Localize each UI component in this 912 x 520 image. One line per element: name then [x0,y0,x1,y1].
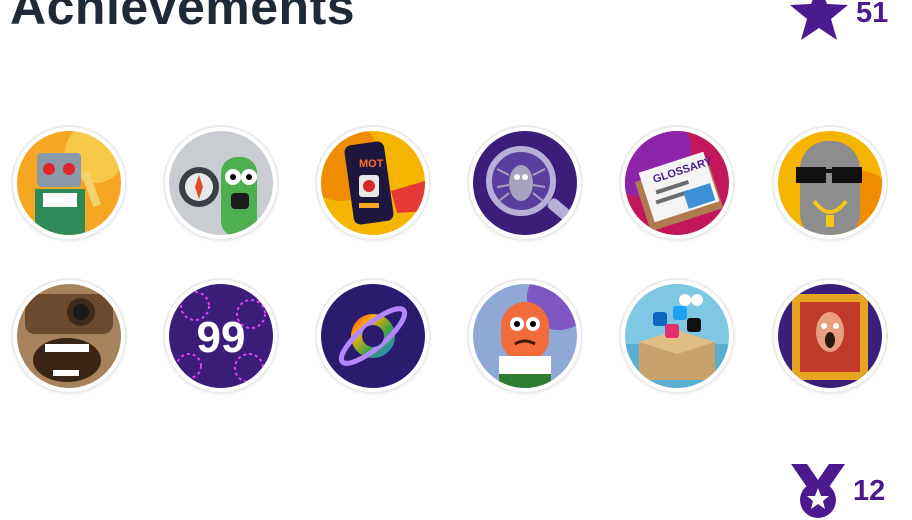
framed-painting-badge-icon [778,284,882,388]
glossary-book-badge-icon: GLOSSARY [625,131,729,235]
badge-phone-app[interactable]: MOT [317,127,429,239]
badge-orange-monster[interactable] [469,280,581,392]
badge-bug-magnifier[interactable] [469,127,581,239]
badge-social-box[interactable] [621,280,733,392]
rainbow-planet-badge-icon [321,284,425,388]
phone-app-badge-icon: MOT [321,131,425,235]
orange-monster-badge-icon [473,284,577,388]
badge-cool-sunglasses[interactable] [774,127,886,239]
bug-magnifier-badge-icon [473,131,577,235]
badge-glossary[interactable]: GLOSSARY [621,127,733,239]
svg-text:99: 99 [197,313,246,362]
badge-framed-painting[interactable] [774,280,886,392]
compass-cucumber-badge-icon [169,131,273,235]
robot-badge-icon [17,131,121,235]
badge-camera-laugh[interactable] [13,280,125,392]
fireworks-99-badge-icon: 99 [169,284,273,388]
cool-sunglasses-badge-icon [778,131,882,235]
badge-grid: MOT GLOSSARY 99 [0,0,912,513]
svg-text:MOT: MOT [359,158,384,170]
badge-compass-cucumber[interactable] [165,127,277,239]
badge-rainbow-planet[interactable] [317,280,429,392]
camera-laugh-badge-icon [17,284,121,388]
badge-robot[interactable] [13,127,125,239]
social-box-badge-icon [625,284,729,388]
badge-fireworks-99[interactable]: 99 [165,280,277,392]
